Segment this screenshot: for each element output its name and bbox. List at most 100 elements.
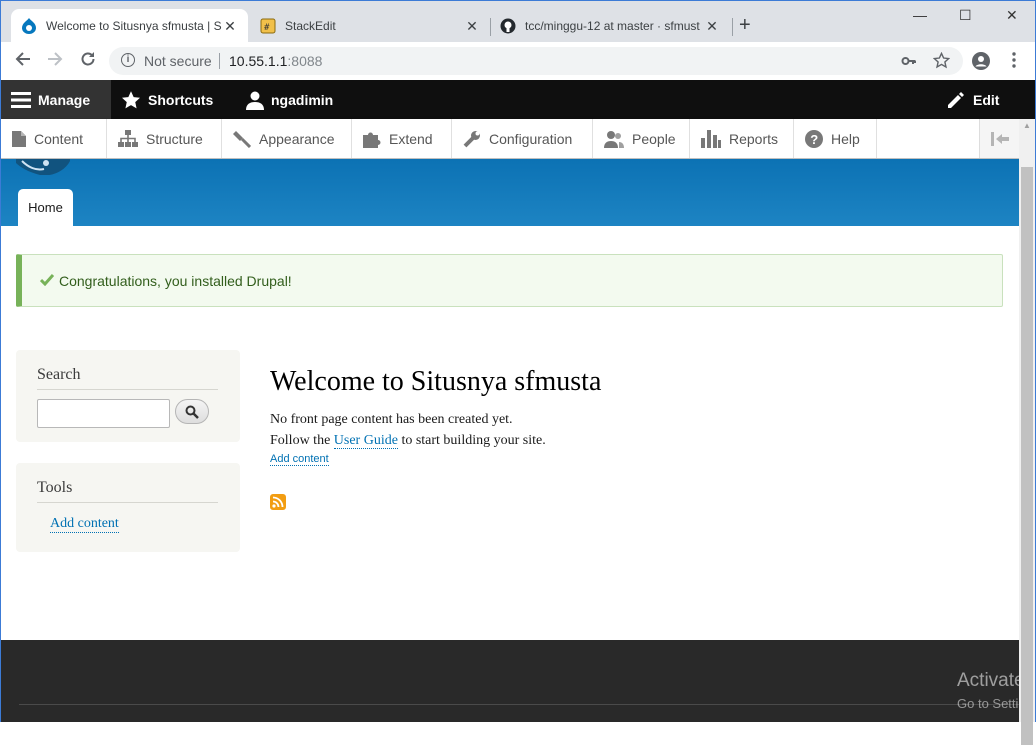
tray-item-structure[interactable]: Structure [107,119,222,158]
scroll-up-arrow-icon[interactable]: ▲ [1023,121,1031,130]
svg-text:#: # [264,23,270,33]
status-message-text: Congratulations, you installed Drupal! [59,273,292,289]
site-header [1,159,1019,226]
tools-add-content-link[interactable]: Add content [50,516,119,533]
tray-item-label: People [632,130,676,147]
tray-item-reports[interactable]: Reports [690,119,794,158]
checkmark-icon [40,274,54,286]
window-frame-left [0,80,1,722]
toolbar-manage-label: Manage [38,91,91,108]
tray-item-appearance[interactable]: Appearance [222,119,352,158]
omnibox[interactable]: i Not secure 10.55.1.1:8088 [109,47,963,75]
user-guide-line: Follow the User Guide to start building … [270,433,546,449]
browser-tab-title: StackEdit [285,19,336,33]
close-tab-icon[interactable]: ✕ [704,18,720,35]
tray-item-extend[interactable]: Extend [352,119,452,158]
browser-menu-icon[interactable] [1012,52,1016,73]
toolbar-user-button[interactable]: ngadimin [236,80,343,119]
paintbrush-icon [233,130,251,148]
toolbar-shortcuts-button[interactable]: Shortcuts [111,80,223,119]
page-scrollbar[interactable]: ▲ [1019,119,1035,745]
tray-item-label: Help [831,130,860,147]
tools-block: Tools Add content [16,463,240,552]
new-tab-button[interactable]: + [739,15,751,35]
browser-address-bar: i Not secure 10.55.1.1:8088 [0,42,1036,80]
add-content-link[interactable]: Add content [270,453,329,466]
browser-tab-drupal[interactable]: Welcome to Situsnya sfmusta | Si ✕ [11,9,248,43]
profile-avatar-icon[interactable] [972,52,990,75]
user-guide-prefix: Follow the [270,433,334,448]
info-icon[interactable]: i [121,53,135,67]
user-guide-link[interactable]: User Guide [333,433,398,449]
browser-tab-stackedit[interactable]: # StackEdit ✕ [250,9,490,43]
scrollbar-thumb[interactable] [1021,167,1033,745]
url-host: 10.55.1.1 [229,53,288,69]
tray-item-label: Content [34,130,84,147]
drupal-favicon-icon [21,18,37,34]
toolbar-edit-button[interactable]: Edit [936,80,1009,119]
window-close-icon[interactable]: ✕ [1006,7,1018,24]
toolbar-manage-button[interactable]: Manage [1,80,111,119]
pencil-icon [948,91,964,108]
tray-orientation-toggle[interactable] [979,119,1019,158]
toolbar-edit-label: Edit [973,91,1000,108]
toolbar-user-label: ngadimin [271,91,334,108]
close-tab-icon[interactable]: ✕ [222,18,238,35]
url-port: :8088 [287,53,323,69]
puzzle-icon [363,132,381,148]
rss-feed-icon[interactable] [270,494,286,510]
tab-home[interactable]: Home [18,189,73,226]
tools-block-title: Tools [37,479,73,496]
search-icon [185,405,199,419]
search-block-title: Search [37,366,81,383]
browser-tab-github[interactable]: tcc/minggu-12 at master · sfmust ✕ [490,9,730,43]
wrench-icon [463,130,480,147]
search-button[interactable] [175,399,209,424]
tray-item-label: Extend [389,130,433,147]
svg-text:?: ? [810,132,818,147]
browser-tab-title: Welcome to Situsnya sfmusta | Si [46,19,222,33]
site-logo[interactable] [16,159,70,175]
block-title-rule [37,502,218,503]
tray-item-configuration[interactable]: Configuration [452,119,593,158]
minimize-icon[interactable]: — [913,7,927,23]
github-favicon-icon [500,18,516,34]
help-icon: ? [805,129,823,148]
maximize-icon[interactable]: ☐ [959,7,972,24]
search-block: Search [16,350,240,442]
block-title-rule [37,389,218,390]
not-secure-label[interactable]: Not secure [144,53,212,69]
toolbar-shortcuts-label: Shortcuts [148,91,214,108]
tray-item-label: Configuration [489,130,573,147]
structure-icon [118,130,138,147]
close-tab-icon[interactable]: ✕ [464,18,480,35]
toolbar-tray: Content Structure Appearance Extend Conf… [1,119,1019,159]
key-icon[interactable] [901,53,917,74]
tab-separator [732,18,733,36]
no-content-text: No front page content has been created y… [270,412,513,427]
tray-item-help[interactable]: ? Help [794,119,877,158]
collapse-left-icon [990,131,1009,146]
back-arrow-icon[interactable] [14,50,32,73]
page-title: Welcome to Situsnya sfmusta [270,366,602,397]
bookmark-star-icon[interactable] [932,51,951,74]
user-icon [246,91,264,110]
omnibox-separator [219,53,220,69]
people-icon [604,130,624,148]
url-text[interactable]: 10.55.1.1:8088 [229,53,322,69]
reload-icon[interactable] [79,50,97,73]
tray-item-people[interactable]: People [593,119,690,158]
hamburger-menu-icon [11,91,31,108]
search-input[interactable] [37,399,170,428]
bar-chart-icon [701,129,721,148]
star-icon [122,90,140,108]
forward-arrow-icon[interactable] [46,50,64,73]
activation-watermark-title: Activate [957,670,1025,691]
status-message: Congratulations, you installed Drupal! [16,254,1003,307]
site-footer [1,640,1019,722]
tray-item-content[interactable]: Content [1,119,107,158]
admin-toolbar: Manage Shortcuts ngadimin Edit [1,80,1035,119]
user-guide-suffix: to start building your site. [397,433,546,448]
activation-watermark-subtitle: Go to Setti [957,696,1019,711]
stackedit-favicon-icon: # [260,18,276,34]
